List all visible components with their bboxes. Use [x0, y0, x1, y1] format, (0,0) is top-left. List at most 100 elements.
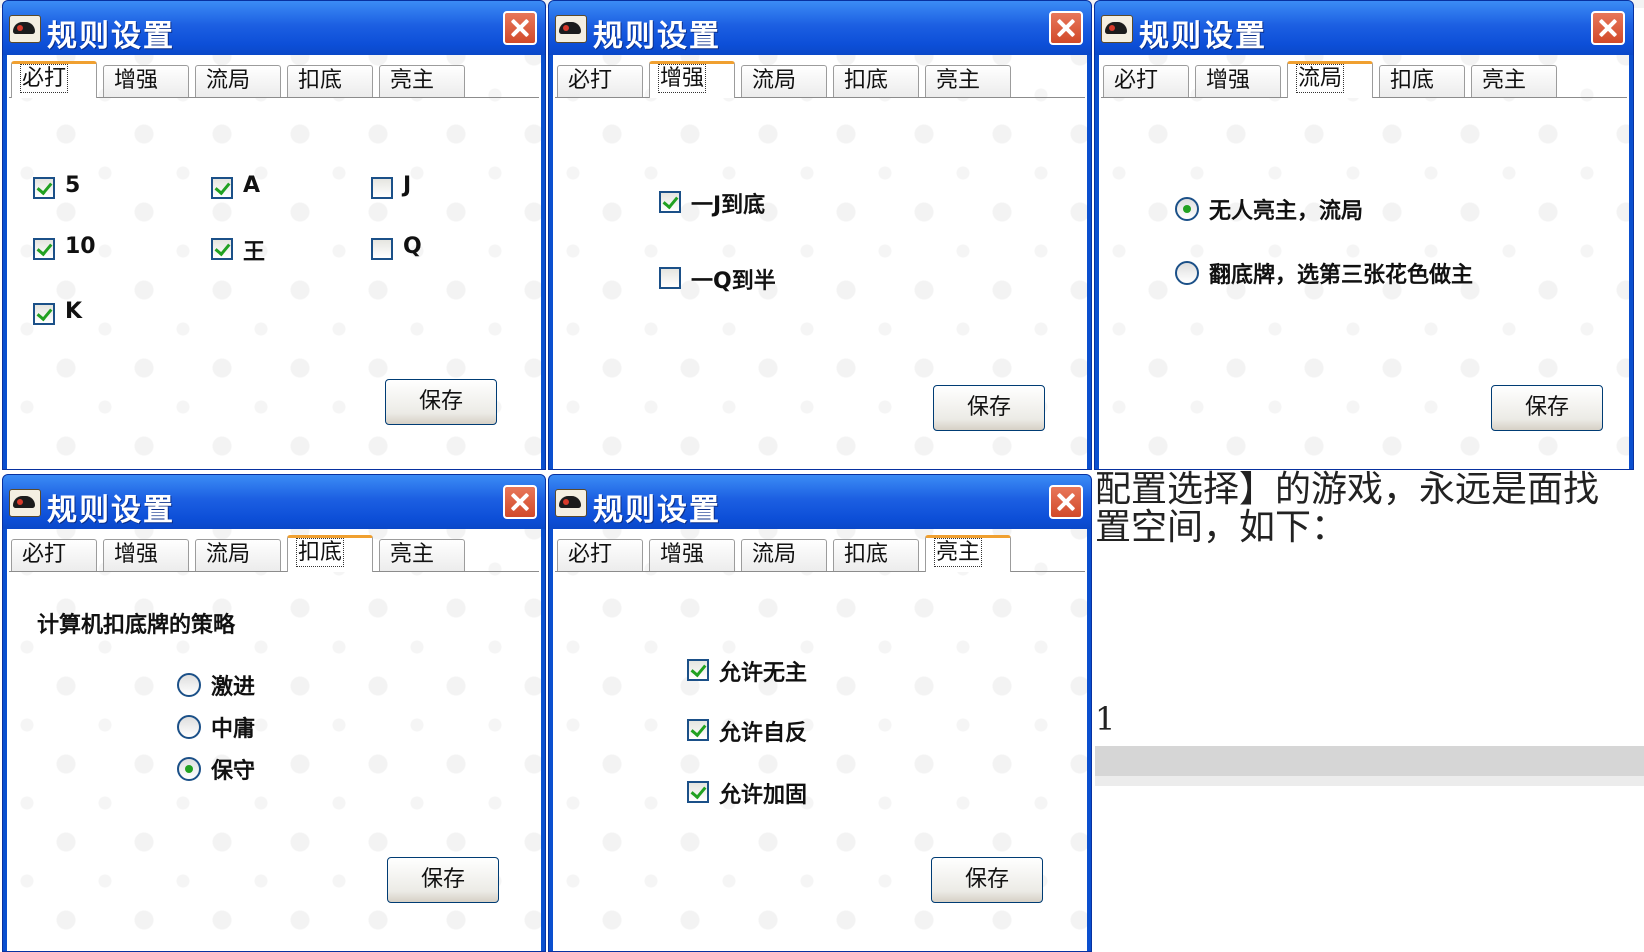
tab-liuju[interactable]: 流局	[195, 65, 281, 97]
tab-liuju[interactable]: 流局	[741, 65, 827, 97]
tab-bida[interactable]: 必打	[557, 65, 643, 97]
tab-strip: 必打 增强 流局 扣底 亮主	[9, 61, 539, 98]
title-bar[interactable]: 规则设置	[3, 475, 545, 529]
tab-zengqiang[interactable]: 增强	[649, 539, 735, 571]
close-button[interactable]	[503, 485, 537, 519]
tab-strip: 必打 增强 流局 扣底 亮主	[9, 535, 539, 572]
dialog-liuju: 规则设置 必打 增强 流局 扣底 亮主 无人亮主，流局 翻底牌，选第三张花色做主…	[1094, 0, 1634, 470]
title-bar[interactable]: 规则设置	[1095, 1, 1633, 55]
tab-label: 必打	[19, 64, 69, 93]
checkbox-5[interactable]	[33, 177, 55, 199]
tab-koudi[interactable]: 扣底	[287, 535, 373, 572]
tab-label: 流局	[206, 68, 251, 93]
save-button[interactable]: 保存	[931, 857, 1043, 903]
tab-label: 流局	[206, 542, 251, 567]
checkbox-yi-j-daodi[interactable]	[659, 191, 681, 213]
tab-zengqiang[interactable]: 增强	[103, 65, 189, 97]
checkbox-label: 允许无主	[719, 661, 808, 686]
radio-conservative[interactable]	[177, 757, 201, 781]
tab-label: 增强	[660, 542, 705, 567]
close-button[interactable]	[503, 11, 537, 45]
tab-liuju[interactable]: 流局	[1287, 61, 1373, 98]
radio-aggressive[interactable]	[177, 673, 201, 697]
tab-label: 亮主	[390, 68, 435, 93]
document-text-line: 配置选择】的游戏，永远是面找	[1095, 469, 1600, 510]
dialog-client-area: 必打 增强 流局 扣底 亮主 无人亮主，流局 翻底牌，选第三张花色做主 保存	[1099, 55, 1629, 469]
tab-bida[interactable]: 必打	[11, 61, 97, 98]
tab-zengqiang[interactable]: 增强	[103, 539, 189, 571]
radio-label: 保守	[211, 759, 256, 784]
checkbox-k[interactable]	[33, 303, 55, 325]
title-bar[interactable]: 规则设置	[549, 475, 1091, 529]
tab-strip: 必打 增强 流局 扣底 亮主	[1101, 61, 1627, 98]
dialog-zengqiang: 规则设置 必打 增强 流局 扣底 亮主 一J到底 一Q到半 保存	[548, 0, 1092, 470]
save-button[interactable]: 保存	[933, 385, 1045, 431]
background-document: 配置选择】的游戏，永远是面找 置空间，如下： 1	[1095, 470, 1644, 952]
tab-koudi[interactable]: 扣底	[833, 65, 919, 97]
radio-flip-bottom-card[interactable]	[1175, 261, 1199, 285]
checkbox-label: K	[65, 299, 83, 324]
checkbox-q[interactable]	[371, 238, 393, 260]
tab-koudi[interactable]: 扣底	[287, 65, 373, 97]
app-icon	[9, 489, 41, 517]
app-icon	[9, 15, 41, 43]
dialog-client-area: 必打 增强 流局 扣底 亮主 计算机扣底牌的策略 激进 中庸 保守 保存	[7, 529, 541, 951]
tab-label: 必打	[568, 542, 613, 567]
checkbox-label: J	[403, 173, 412, 198]
tab-label: 流局	[752, 68, 797, 93]
checkbox-allow-no-trump[interactable]	[687, 659, 709, 681]
radio-moderate[interactable]	[177, 715, 201, 739]
tab-liuju[interactable]: 流局	[195, 539, 281, 571]
tab-liangzhu[interactable]: 亮主	[925, 65, 1011, 97]
radio-no-trump-liuju[interactable]	[1175, 197, 1199, 221]
tab-label: 扣底	[1390, 68, 1435, 93]
tab-liangzhu[interactable]: 亮主	[379, 65, 465, 97]
document-scroll-band	[1095, 746, 1644, 776]
tab-label: 亮主	[936, 68, 981, 93]
title-bar[interactable]: 规则设置	[3, 1, 545, 55]
tab-label: 流局	[1295, 64, 1345, 93]
title-bar[interactable]: 规则设置	[549, 1, 1091, 55]
tab-koudi[interactable]: 扣底	[833, 539, 919, 571]
checkbox-a[interactable]	[211, 177, 233, 199]
tab-bida[interactable]: 必打	[1103, 65, 1189, 97]
tab-liangzhu[interactable]: 亮主	[1471, 65, 1557, 97]
tab-bida[interactable]: 必打	[557, 539, 643, 571]
tab-bida[interactable]: 必打	[11, 539, 97, 571]
dialog-liangzhu: 规则设置 必打 增强 流局 扣底 亮主 允许无主 允许自反 允许加固 保存	[548, 474, 1092, 952]
close-button[interactable]	[1049, 485, 1083, 519]
checkbox-wang[interactable]	[211, 238, 233, 260]
save-button[interactable]: 保存	[385, 379, 497, 425]
dialog-client-area: 必打 增强 流局 扣底 亮主 一J到底 一Q到半 保存	[553, 55, 1087, 469]
checkbox-allow-reinforce[interactable]	[687, 781, 709, 803]
tab-zengqiang[interactable]: 增强	[1195, 65, 1281, 97]
tab-label: 必打	[22, 542, 67, 567]
checkbox-label: 一Q到半	[691, 269, 776, 294]
tab-label: 扣底	[295, 538, 345, 567]
tab-liangzhu[interactable]: 亮主	[925, 535, 1011, 572]
document-page-number: 1	[1095, 700, 1116, 738]
checkbox-10[interactable]	[33, 238, 55, 260]
tab-zengqiang[interactable]: 增强	[649, 61, 735, 98]
checkbox-label: 允许自反	[719, 721, 808, 746]
save-button[interactable]: 保存	[1491, 385, 1603, 431]
dialog-koudi: 规则设置 必打 增强 流局 扣底 亮主 计算机扣底牌的策略 激进 中庸 保守 保…	[2, 474, 546, 952]
dialog-title: 规则设置	[47, 19, 175, 54]
document-text-line: 置空间，如下：	[1095, 507, 1348, 548]
tab-liangzhu[interactable]: 亮主	[379, 539, 465, 571]
checkbox-allow-self-reverse[interactable]	[687, 719, 709, 741]
dialog-title: 规则设置	[593, 493, 721, 528]
close-button[interactable]	[1049, 11, 1083, 45]
tab-label: 扣底	[298, 68, 343, 93]
checkbox-j[interactable]	[371, 177, 393, 199]
checkbox-yi-q-daoban[interactable]	[659, 267, 681, 289]
tab-label: 扣底	[844, 542, 889, 567]
tab-koudi[interactable]: 扣底	[1379, 65, 1465, 97]
radio-label: 中庸	[211, 717, 256, 742]
checkbox-label: A	[243, 173, 261, 198]
save-button[interactable]: 保存	[387, 857, 499, 903]
close-button[interactable]	[1591, 11, 1625, 45]
tab-label: 亮主	[933, 538, 983, 567]
document-scroll-band	[1095, 776, 1644, 786]
tab-liuju[interactable]: 流局	[741, 539, 827, 571]
